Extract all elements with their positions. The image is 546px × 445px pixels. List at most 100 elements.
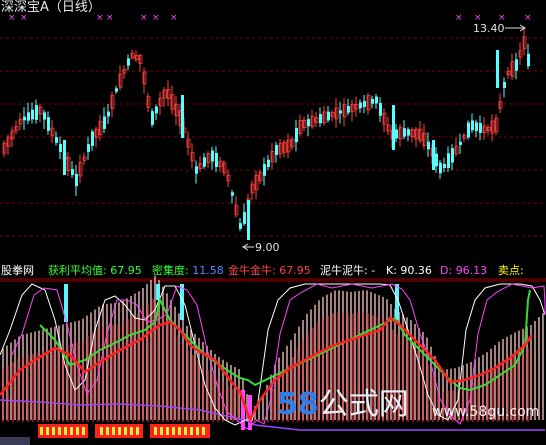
x-marker: ×: [152, 13, 160, 23]
candle-body: [59, 144, 62, 152]
indicator-item-value: 67.95: [110, 264, 142, 277]
indicator-item-label: K:: [386, 264, 397, 277]
candle-body: [503, 82, 506, 88]
bottom-yellow-tick: [118, 427, 121, 435]
candle-body: [395, 129, 398, 139]
candle-body: [231, 192, 234, 196]
candle-body: [267, 159, 270, 167]
chart-canvas: × × × × × × × × × × × 13.40 9.00: [0, 13, 546, 445]
pink-bar: [34, 331, 36, 420]
candle-body: [31, 109, 34, 120]
candle-body: [91, 131, 94, 146]
high-price-label: 13.40: [473, 22, 505, 35]
candle-body: [475, 122, 478, 132]
low-price-label: 9.00: [255, 241, 280, 254]
candle-body: [243, 212, 246, 224]
pink-bar: [114, 302, 116, 420]
pink-bar: [154, 276, 156, 420]
pink-bar: [130, 296, 132, 420]
bottom-yellow-tick: [178, 427, 181, 435]
candle-body: [432, 140, 435, 170]
bottom-yellow-tick: [52, 427, 55, 435]
bottom-yellow-tick: [202, 427, 205, 435]
indicator-item-value: 90.36: [400, 264, 432, 277]
candle-body: [211, 150, 214, 162]
bottom-yellow-tick: [106, 427, 109, 435]
candle-body: [35, 105, 38, 120]
candle-body: [319, 114, 322, 124]
watermark-url: www.58gu.com: [432, 404, 540, 420]
bottom-yellow-tick: [130, 427, 133, 435]
bottom-yellow-tick: [160, 427, 163, 435]
candle-body: [23, 116, 26, 121]
candle-body: [27, 112, 30, 121]
watermark-number: 58: [277, 387, 319, 422]
candle-body: [203, 157, 206, 167]
bottom-yellow-tick: [112, 427, 115, 435]
x-marker: ×: [106, 13, 114, 23]
chart-title: 深深宝A（日线）: [1, 0, 101, 15]
candle-body: [275, 144, 278, 156]
x-marker: ×: [455, 13, 463, 23]
indicator-item-value: 96.13: [455, 264, 488, 277]
candle-body: [215, 153, 218, 167]
indicator-item-value: 11.58: [192, 264, 224, 277]
candle-body: [447, 153, 450, 169]
candle-body: [379, 102, 382, 116]
pink-bar: [170, 300, 172, 420]
candle-body: [339, 110, 342, 114]
candle-body: [103, 116, 106, 129]
bottom-yellow-tick: [184, 427, 187, 435]
bottom-yellow-tick: [70, 427, 73, 435]
bottom-yellow-tick: [136, 427, 139, 435]
candle-body: [195, 166, 198, 174]
cyan-bar: [156, 284, 160, 300]
candle-body: [435, 153, 438, 167]
candle-body: [371, 98, 374, 104]
x-marker: ×: [170, 13, 178, 23]
candle-body: [407, 129, 410, 136]
indicator-logo: 股拳网: [1, 264, 34, 277]
candle-body: [327, 111, 330, 121]
candle-body: [467, 122, 470, 138]
indicator-item-label: 金牛金牛:: [228, 264, 276, 277]
bottom-gray-block: [0, 437, 30, 445]
candle-body: [471, 120, 474, 131]
candle-body: [443, 163, 446, 169]
pink-bar: [214, 354, 216, 420]
pink-bar: [30, 332, 32, 420]
bottom-yellow-tick: [46, 427, 49, 435]
pink-bar: [134, 293, 136, 420]
candle-body: [307, 119, 310, 127]
indicator-item: D: 96.13: [440, 264, 487, 278]
candle-body: [71, 169, 74, 175]
indicator-item: 泥牛泥牛: -: [320, 264, 375, 278]
candle-body: [375, 96, 378, 104]
candle-body: [63, 140, 66, 175]
candle-body: [55, 137, 58, 143]
candle-body: [87, 144, 90, 152]
bottom-yellow-tick: [64, 427, 67, 435]
bottom-yellow-tick: [76, 427, 79, 435]
candle-body: [527, 53, 530, 67]
candle-body: [181, 95, 184, 138]
bottom-yellow-tick: [172, 427, 175, 435]
candle-body: [459, 141, 462, 145]
candle-body: [496, 50, 499, 88]
indicator-item-label: 泥牛泥牛:: [320, 264, 368, 277]
bottom-red-block: [38, 424, 88, 438]
pink-bar: [150, 280, 152, 420]
candle-body: [451, 148, 454, 163]
indicator-item: K: 90.36: [386, 264, 432, 278]
indicator-item: 卖点:: [498, 264, 524, 278]
indicator-item-value: 67.95: [279, 264, 311, 277]
candlestick-series[interactable]: [2, 29, 530, 240]
bottom-yellow-tick: [124, 427, 127, 435]
candle-body: [239, 223, 242, 229]
candle-body: [359, 102, 362, 109]
candle-body: [75, 173, 78, 187]
price-extreme-labels: 13.40 9.00: [242, 22, 526, 254]
bottom-yellow-tick: [196, 427, 199, 435]
watermark-cn: 公式网: [318, 387, 409, 422]
candle-body: [403, 128, 406, 137]
